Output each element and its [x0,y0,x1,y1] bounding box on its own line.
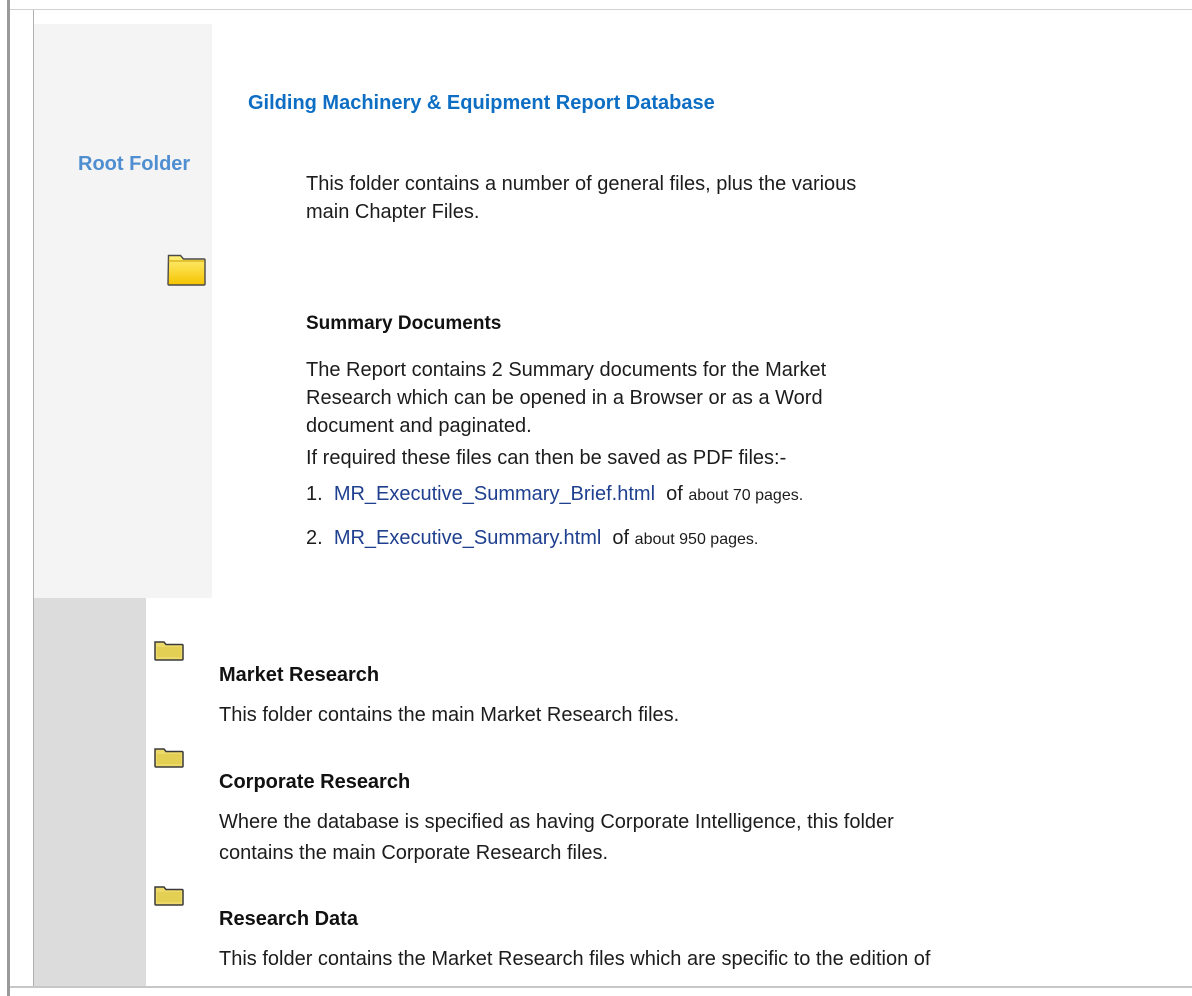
summary-description: The Report contains 2 Summary documents … [306,359,827,437]
document-of: of [666,483,683,505]
content-border-bottom [10,986,1192,988]
summary-heading: Summary Documents [306,313,502,334]
folder-icon[interactable] [154,639,184,661]
document-number: 2. [306,527,323,549]
pdf-note: If required these files can then be save… [306,447,787,469]
document-link-executive-summary-brief[interactable]: MR_Executive_Summary_Brief.html [334,483,655,505]
intro-text: This folder contains a number of general… [306,173,857,223]
window-border-left [7,0,10,996]
folder-icon[interactable] [154,746,184,768]
document-number: 1. [306,483,323,505]
root-folder-label: Root Folder [78,153,191,175]
folder-icon[interactable] [154,884,184,906]
document-list-item: 1. MR_Executive_Summary_Brief.html of ab… [306,480,803,510]
folder-icon [167,254,206,286]
sidebar-bottom-cell [34,598,146,986]
folder-title-market-research[interactable]: Market Research [219,664,379,687]
document-of: of [612,527,630,549]
folder-description: This folder contains the main Market Res… [219,704,680,726]
document-pages: about 950 pages. [634,531,759,548]
document-pages: about 70 pages. [688,487,804,504]
report-title: Gilding Machinery & Equipment Report Dat… [248,92,715,114]
folder-title-research-data[interactable]: Research Data [219,908,358,931]
document-link-executive-summary[interactable]: MR_Executive_Summary.html [334,527,601,549]
folder-description: This folder contains the Market Research… [219,948,931,970]
folder-title-corporate-research[interactable]: Corporate Research [219,771,410,794]
folder-description: Where the database is specified as havin… [219,811,894,864]
document-list-item: 2. MR_Executive_Summary.html of about 95… [306,524,758,554]
sidebar-top-cell [34,24,212,598]
content-border-top [10,9,1192,10]
